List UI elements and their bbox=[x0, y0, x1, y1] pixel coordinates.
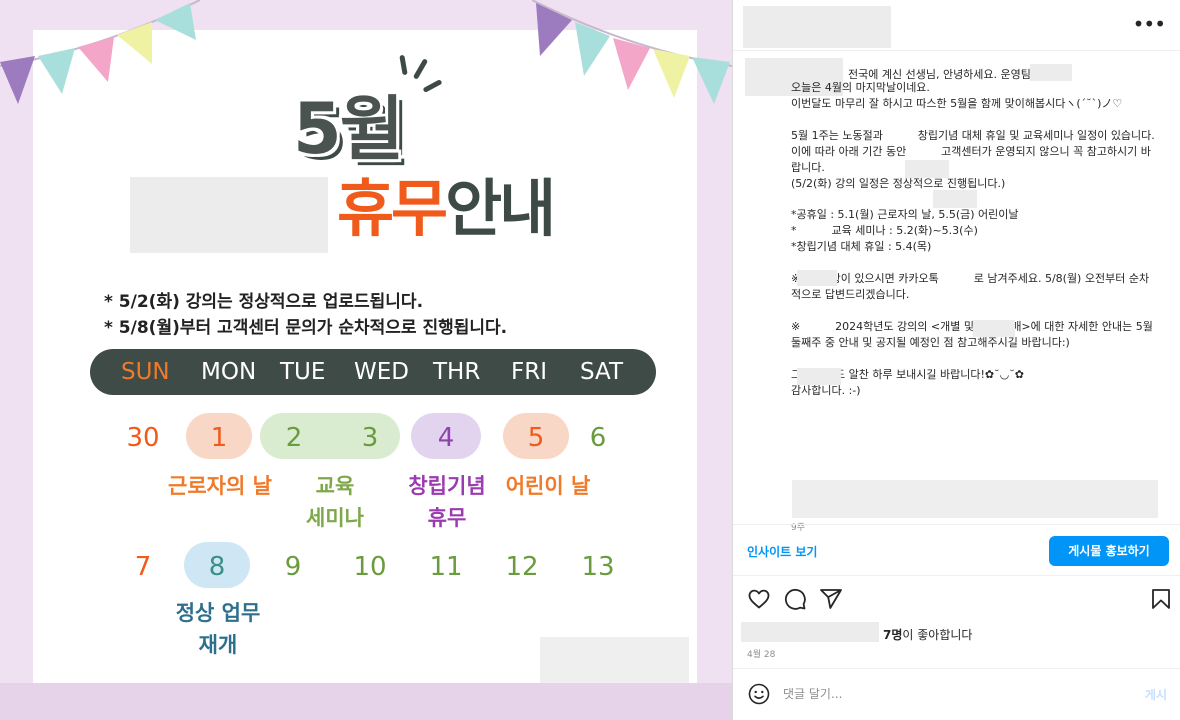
calendar-day: 9 bbox=[284, 552, 302, 582]
post-comment-button[interactable]: 게시 bbox=[1145, 686, 1167, 703]
view-insights-link[interactable]: 인사이트 보기 bbox=[747, 543, 817, 560]
event-childrens-day: 어린이 날 bbox=[505, 474, 591, 498]
likes-count[interactable]: 7명이 좋아합니다 bbox=[883, 626, 972, 643]
calendar-day: 5 bbox=[527, 423, 545, 453]
likes-suffix: 이 좋아합니다 bbox=[902, 628, 973, 642]
more-options-icon[interactable]: ••• bbox=[1133, 12, 1166, 36]
post-caption: 오늘은 4월의 마지막날이네요. 이번달도 마무리 잘 하시고 따스한 5월을 … bbox=[791, 80, 1155, 397]
boost-post-button[interactable]: 게시물 홍보하기 bbox=[1049, 536, 1169, 566]
event-founding-holiday: 창립기념 휴무 bbox=[408, 474, 486, 530]
redacted-text bbox=[797, 368, 841, 385]
weekday-sat: SAT bbox=[580, 359, 624, 385]
calendar-day: 7 bbox=[134, 552, 152, 582]
post-header: ••• bbox=[733, 0, 1180, 51]
weekday-mon: MON bbox=[201, 359, 257, 385]
redacted-text bbox=[973, 320, 1015, 337]
redacted-text bbox=[933, 190, 977, 208]
calendar-day: 4 bbox=[437, 423, 455, 453]
closure-word: 휴무 bbox=[337, 172, 448, 245]
calendar-day: 3 bbox=[361, 423, 379, 453]
weekday-fri: FRI bbox=[511, 359, 547, 385]
redacted-account-name[interactable] bbox=[743, 6, 891, 48]
event-resume-business: 정상 업무 재개 bbox=[175, 601, 261, 657]
comment-input[interactable] bbox=[783, 683, 1113, 705]
insights-row: 인사이트 보기 게시물 홍보하기 bbox=[733, 524, 1180, 576]
event-education-seminar: 교육 세미나 bbox=[306, 474, 364, 530]
notice-line-1: * 5/2(화) 강의는 정상적으로 업로드됩니다. bbox=[104, 292, 424, 312]
weekday-sun: SUN bbox=[121, 359, 170, 385]
post-image[interactable]: 5월 휴무안내 * 5/2(화) 강의는 정상적으로 업로드됩니다. * 5/8… bbox=[0, 0, 732, 720]
weekday-tue: TUE bbox=[280, 359, 326, 385]
calendar-day: 10 bbox=[353, 552, 387, 582]
share-paper-plane-icon[interactable] bbox=[819, 587, 843, 611]
poster-bottom-band bbox=[0, 683, 732, 720]
calendar-day: 30 bbox=[126, 423, 160, 453]
closure-notice-title: 휴무안내 bbox=[337, 178, 556, 240]
calendar-day: 8 bbox=[208, 552, 226, 582]
calendar-day: 11 bbox=[429, 552, 463, 582]
bunting-right-decoration bbox=[532, 0, 732, 104]
calendar-day: 2 bbox=[285, 423, 303, 453]
post-date: 4월 28 bbox=[747, 650, 776, 660]
redacted-link-preview[interactable] bbox=[792, 480, 1158, 518]
notice-line-2: * 5/8(월)부터 고객센터 문의가 순차적으로 진행됩니다. bbox=[104, 318, 508, 338]
calendar-day: 13 bbox=[581, 552, 615, 582]
redacted-liker-name[interactable] bbox=[741, 622, 879, 642]
notice-word: 안내 bbox=[445, 172, 556, 245]
calendar-day: 12 bbox=[505, 552, 539, 582]
month-title: 5월 bbox=[293, 88, 404, 170]
weekday-wed: WED bbox=[354, 359, 409, 385]
redacted-company-name bbox=[130, 177, 328, 253]
likes-number: 7명 bbox=[883, 628, 903, 642]
redacted-text bbox=[797, 270, 837, 286]
redacted-text bbox=[905, 160, 949, 178]
calendar-day: 1 bbox=[210, 423, 228, 453]
bunting-left-decoration bbox=[0, 0, 200, 104]
redacted-logo bbox=[540, 637, 689, 683]
save-bookmark-icon[interactable] bbox=[1149, 587, 1173, 611]
calendar-day: 6 bbox=[589, 423, 607, 453]
post-details-panel: ••• 전국에 계신 선생님, 안녕하세요. 운영팀입니다. 오늘은 4월의 마… bbox=[732, 0, 1180, 720]
comment-bubble-icon[interactable] bbox=[783, 587, 807, 611]
emoji-smiley-icon[interactable] bbox=[747, 682, 771, 706]
event-labor-day: 근로자의 날 bbox=[168, 474, 272, 498]
like-heart-icon[interactable] bbox=[747, 587, 771, 611]
comment-row: 게시 bbox=[733, 668, 1180, 720]
weekday-thr: THR bbox=[433, 359, 481, 385]
